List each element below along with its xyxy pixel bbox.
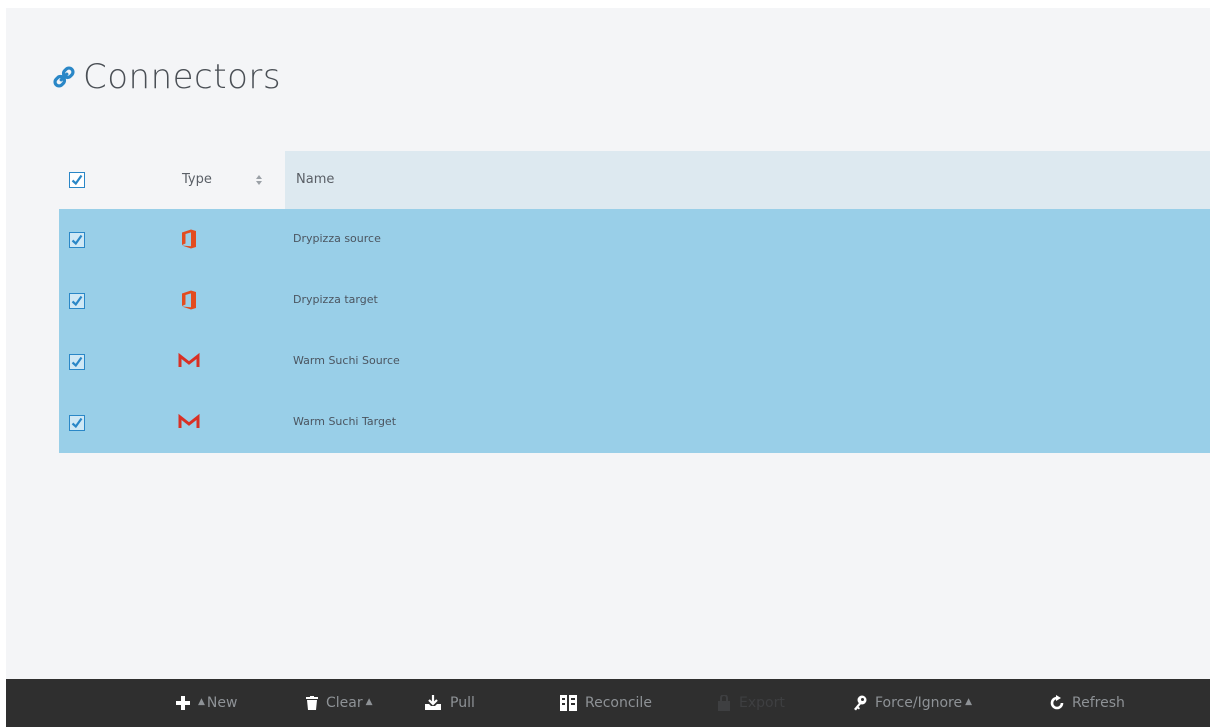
name-column-header[interactable]: Name — [296, 172, 334, 187]
pull-icon — [425, 695, 441, 710]
connector-name[interactable]: Drypizza target — [293, 293, 378, 306]
grid-header: Type Name — [59, 151, 1210, 209]
bottom-toolbar: ▲ New Clear ▲ Pull Reconcile Export Forc… — [6, 679, 1210, 727]
pull-button[interactable]: Pull — [424, 679, 475, 727]
reconcile-button-label: Reconcile — [585, 695, 652, 711]
refresh-button[interactable]: Refresh — [1050, 679, 1125, 727]
connector-name[interactable]: Warm Suchi Target — [293, 415, 396, 428]
connectors-page: Connectors Type Name Drypizza source Dry… — [6, 8, 1210, 727]
export-button[interactable]: Export — [717, 679, 785, 727]
connectors-grid: Type Name Drypizza source Drypizza targe… — [59, 151, 1210, 453]
caret-up-icon: ▲ — [965, 697, 973, 707]
gmail-icon — [178, 413, 200, 428]
clear-button[interactable]: Clear ▲ — [306, 679, 373, 727]
connector-name[interactable]: Warm Suchi Source — [293, 354, 400, 367]
force-ignore-button[interactable]: Force/Ignore ▲ — [853, 679, 972, 727]
caret-up-icon: ▲ — [365, 697, 373, 707]
refresh-icon — [1050, 695, 1064, 710]
new-button[interactable]: ▲ New — [176, 679, 237, 727]
table-row[interactable]: Warm Suchi Target — [59, 392, 1210, 453]
pull-button-label: Pull — [450, 695, 475, 711]
table-row[interactable]: Drypizza source — [59, 209, 1210, 270]
force-ignore-button-label: Force/Ignore — [875, 695, 963, 711]
export-button-label: Export — [739, 695, 785, 711]
name-column-header-bg — [285, 151, 1210, 209]
plus-icon — [176, 696, 190, 710]
link-icon — [53, 66, 75, 88]
table-row[interactable]: Warm Suchi Source — [59, 331, 1210, 392]
office-icon — [182, 290, 196, 310]
row-checkbox[interactable] — [69, 293, 85, 309]
row-checkbox[interactable] — [69, 354, 85, 370]
key-icon — [854, 695, 867, 711]
select-all-checkbox[interactable] — [69, 172, 85, 188]
office-icon — [182, 229, 196, 249]
gmail-icon — [178, 352, 200, 367]
export-icon — [718, 695, 730, 711]
row-checkbox[interactable] — [69, 415, 85, 431]
type-column-header[interactable]: Type — [182, 172, 212, 187]
table-row[interactable]: Drypizza target — [59, 270, 1210, 331]
page-title: Connectors — [83, 57, 282, 97]
page-header: Connectors — [51, 52, 281, 102]
trash-icon — [306, 696, 318, 710]
row-checkbox[interactable] — [69, 232, 85, 248]
new-button-label: New — [206, 695, 238, 711]
reconcile-icon — [560, 695, 577, 711]
connector-name[interactable]: Drypizza source — [293, 232, 381, 245]
clear-button-label: Clear — [326, 695, 363, 711]
sort-icon[interactable] — [255, 173, 263, 187]
caret-up-icon: ▲ — [198, 697, 205, 707]
reconcile-button[interactable]: Reconcile — [560, 679, 652, 727]
refresh-button-label: Refresh — [1072, 695, 1125, 711]
